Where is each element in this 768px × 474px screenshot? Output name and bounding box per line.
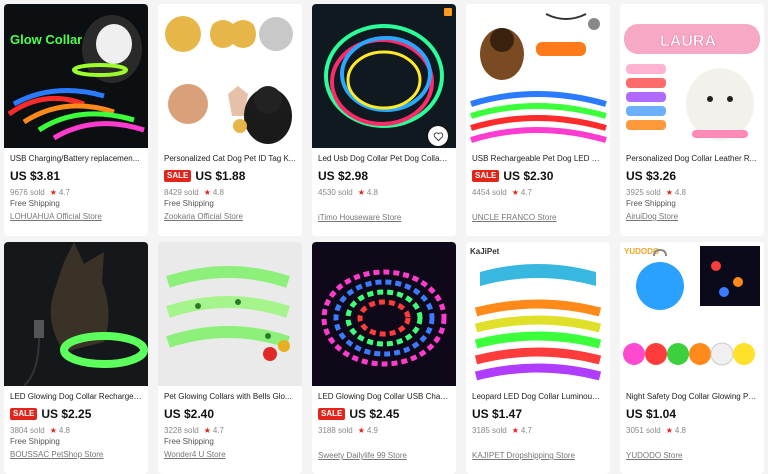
rating-value: 4.8 — [674, 188, 686, 197]
brand-overlay-text: KaJiPet — [470, 247, 500, 256]
product-grid: Glow Collar USB Charging/Battery replace… — [4, 4, 764, 474]
sold-count: 3228 sold — [164, 426, 199, 435]
product-image[interactable] — [158, 242, 302, 386]
product-card[interactable]: Pet Glowing Collars with Bells Glo... US… — [158, 242, 302, 474]
product-price: US $1.04 — [626, 407, 677, 421]
sale-badge: SALE — [472, 170, 500, 182]
product-card[interactable]: LED Glowing Dog Collar Rechargea... SALE… — [4, 242, 148, 474]
rating-value: 4.8 — [58, 426, 70, 435]
product-title[interactable]: Leopard LED Dog Collar Luminous ... — [472, 391, 604, 402]
shipping-label: Free Shipping — [10, 199, 60, 208]
store-link[interactable]: BOUSSAC PetShop Store — [10, 450, 142, 459]
product-card[interactable]: Led Usb Dog Collar Pet Dog Collar ... US… — [312, 4, 456, 236]
sold-count: 3185 sold — [472, 426, 507, 435]
sold-count: 3051 sold — [626, 426, 661, 435]
product-card[interactable]: YUDODO Night Safety Dog Collar Glowing P… — [620, 242, 764, 474]
product-image[interactable]: LAURA — [620, 4, 764, 148]
store-link[interactable]: Sweety Dailylife 99 Store — [318, 451, 450, 460]
product-image[interactable] — [312, 4, 456, 148]
sold-count: 9676 sold — [10, 188, 45, 197]
brand-overlay-text: LAURA — [660, 33, 716, 50]
product-card[interactable]: Personalized Cat Dog Pet ID Tag K... SAL… — [158, 4, 302, 236]
product-image[interactable]: Glow Collar — [4, 4, 148, 148]
shipping-label: Free Shipping — [164, 199, 214, 208]
store-link[interactable]: iTimo Houseware Store — [318, 213, 450, 222]
product-price: US $2.25 — [41, 407, 92, 421]
star-icon: ★ — [203, 188, 211, 197]
product-image[interactable] — [4, 242, 148, 386]
rating-value: 4.7 — [58, 188, 70, 197]
product-card[interactable]: Glow Collar USB Charging/Battery replace… — [4, 4, 148, 236]
store-link[interactable]: YUDODO Store — [626, 451, 758, 460]
store-link[interactable]: Wonder4 U Store — [164, 450, 296, 459]
sold-count: 4454 sold — [472, 188, 507, 197]
product-title[interactable]: Pet Glowing Collars with Bells Glo... — [164, 391, 296, 402]
sold-count: 3188 sold — [318, 426, 353, 435]
star-icon: ★ — [665, 188, 673, 197]
rating-value: 4.7 — [212, 426, 224, 435]
rating-value: 4.7 — [520, 188, 532, 197]
star-icon: ★ — [511, 426, 519, 435]
product-image[interactable] — [158, 4, 302, 148]
star-icon: ★ — [49, 188, 57, 197]
product-price: US $3.26 — [626, 169, 677, 183]
product-card[interactable]: LED Glowing Dog Collar USB Charg... SALE… — [312, 242, 456, 474]
star-icon: ★ — [49, 426, 57, 435]
product-image[interactable] — [312, 242, 456, 386]
sold-count: 3925 sold — [626, 188, 661, 197]
store-link[interactable]: UNCLE FRANCO Store — [472, 213, 604, 222]
product-title[interactable]: Night Safety Dog Collar Glowing Pe... — [626, 391, 758, 402]
product-card[interactable]: KaJiPet Leopard LED Dog Collar Luminous … — [466, 242, 610, 474]
rating-value: 4.8 — [674, 426, 686, 435]
product-title[interactable]: USB Charging/Battery replacemen... — [10, 153, 142, 164]
product-title[interactable]: USB Rechargeable Pet Dog LED Gl... — [472, 153, 604, 164]
product-title[interactable]: Personalized Dog Collar Leather R... — [626, 153, 758, 164]
product-title[interactable]: LED Glowing Dog Collar Rechargea... — [10, 391, 142, 402]
heart-icon[interactable] — [428, 126, 448, 146]
product-card[interactable]: USB Rechargeable Pet Dog LED Gl... SALE U… — [466, 4, 610, 236]
product-price: US $3.81 — [10, 169, 61, 183]
product-title[interactable]: LED Glowing Dog Collar USB Charg... — [318, 391, 450, 402]
product-image[interactable]: YUDODO — [620, 242, 764, 386]
product-price: US $2.98 — [318, 169, 369, 183]
sold-count: 8429 sold — [164, 188, 199, 197]
product-price: US $2.40 — [164, 407, 215, 421]
sale-badge: SALE — [10, 408, 38, 420]
star-icon: ★ — [357, 426, 365, 435]
sold-count: 4530 sold — [318, 188, 353, 197]
star-icon: ★ — [511, 188, 519, 197]
store-link[interactable]: LOHUAHUA Official Store — [10, 212, 142, 221]
product-image[interactable]: KaJiPet — [466, 242, 610, 386]
product-title[interactable]: Led Usb Dog Collar Pet Dog Collar ... — [318, 153, 450, 164]
star-icon: ★ — [357, 188, 365, 197]
product-card[interactable]: LAURA Personalized Dog Collar Leather R.… — [620, 4, 764, 236]
product-price: US $2.30 — [503, 169, 554, 183]
product-price: US $1.47 — [472, 407, 523, 421]
star-icon: ★ — [665, 426, 673, 435]
shipping-label: Free Shipping — [10, 437, 60, 446]
sold-count: 3804 sold — [10, 426, 45, 435]
sale-badge: SALE — [318, 408, 346, 420]
brand-overlay-text: Glow Collar — [10, 32, 82, 47]
product-price: US $2.45 — [349, 407, 400, 421]
rating-value: 4.9 — [366, 426, 378, 435]
store-link[interactable]: AiruiDog Store — [626, 212, 758, 221]
store-link[interactable]: Zookaria Official Store — [164, 212, 296, 221]
product-price: US $1.88 — [195, 169, 246, 183]
star-icon: ★ — [203, 426, 211, 435]
shipping-label: Free Shipping — [626, 199, 676, 208]
sale-badge: SALE — [164, 170, 192, 182]
promo-badge — [444, 8, 452, 16]
rating-value: 4.8 — [212, 188, 224, 197]
store-link[interactable]: KAJIPET Dropshipping Store — [472, 451, 604, 460]
rating-value: 4.7 — [520, 426, 532, 435]
product-image[interactable] — [466, 4, 610, 148]
shipping-label: Free Shipping — [164, 437, 214, 446]
product-title[interactable]: Personalized Cat Dog Pet ID Tag K... — [164, 153, 296, 164]
rating-value: 4.8 — [366, 188, 378, 197]
